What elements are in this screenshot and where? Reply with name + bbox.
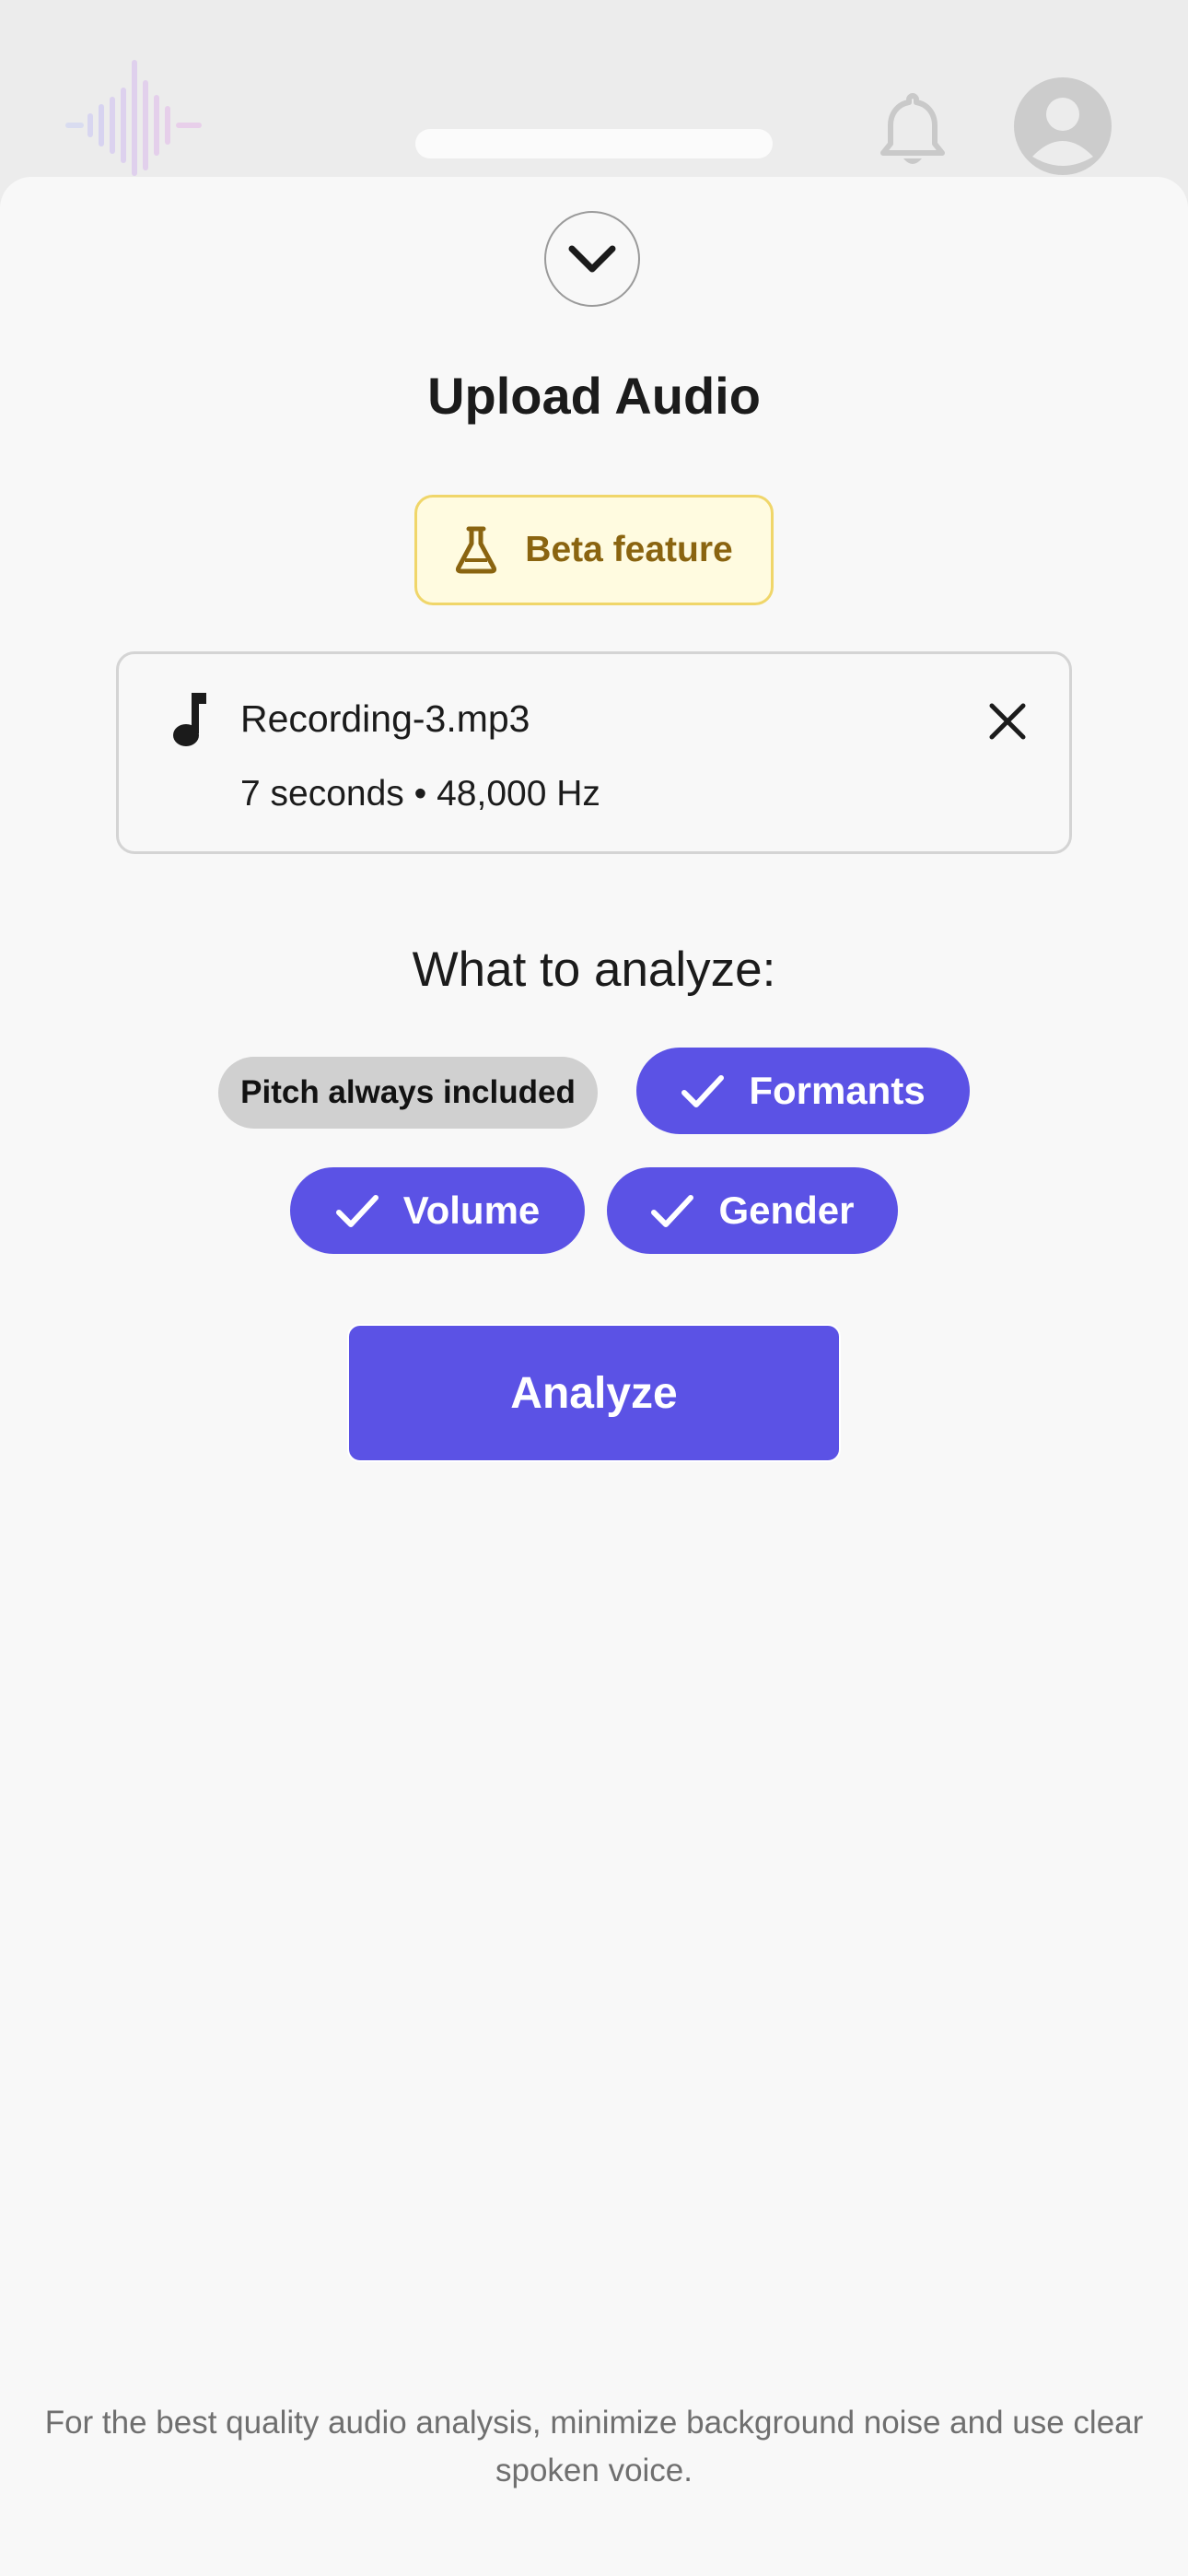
recording-tip: For the best quality audio analysis, min…	[44, 2405, 1144, 2488]
profile-avatar-icon	[1014, 77, 1112, 175]
background-search-bar	[415, 129, 773, 158]
checkmark-icon	[681, 1075, 725, 1107]
file-name: Recording-3.mp3	[240, 697, 530, 740]
remove-file-close-icon[interactable]	[986, 700, 1029, 743]
analyze-options-heading: What to analyze:	[412, 943, 776, 997]
volume-toggle-chip[interactable]: Volume	[290, 1167, 585, 1254]
collapse-sheet-button[interactable]	[544, 211, 640, 307]
sheet-title: Upload Audio	[427, 367, 761, 425]
beta-feature-badge: Beta feature	[414, 495, 774, 605]
checkmark-icon	[335, 1195, 379, 1227]
file-meta: 7 seconds • 48,000 Hz	[240, 774, 600, 814]
bell-icon	[880, 93, 945, 164]
formants-toggle-chip[interactable]: Formants	[636, 1048, 970, 1134]
checkmark-icon	[651, 1195, 694, 1227]
formants-chip-label: Formants	[749, 1069, 926, 1112]
selected-file-card: Recording-3.mp3 7 seconds • 48,000 Hz	[116, 651, 1072, 854]
flask-icon	[456, 526, 497, 574]
waveform-logo-icon	[65, 60, 202, 176]
volume-chip-label: Volume	[402, 1188, 541, 1232]
gender-toggle-chip[interactable]: Gender	[607, 1167, 898, 1254]
gender-chip-label: Gender	[718, 1188, 855, 1232]
upload-audio-sheet: Upload Audio Beta feature Recording-3.mp…	[0, 177, 1188, 2576]
music-note-icon	[173, 693, 206, 746]
screen: Upload Audio Beta feature Recording-3.mp…	[0, 0, 1188, 2576]
background-header	[0, 0, 1188, 184]
chevron-down-icon	[568, 245, 616, 273]
beta-feature-label: Beta feature	[525, 530, 733, 569]
pitch-included-chip: Pitch always included	[218, 1057, 598, 1129]
pitch-chip-label: Pitch always included	[240, 1074, 576, 1110]
analyze-button[interactable]: Analyze	[347, 1324, 841, 1462]
